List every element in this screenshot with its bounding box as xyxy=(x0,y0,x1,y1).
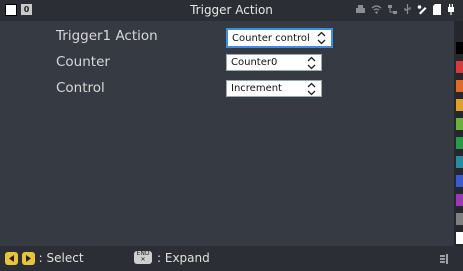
control-value: Increment xyxy=(231,83,282,94)
trigger-action-row: Trigger1 Action Counter control xyxy=(0,26,454,48)
right-arrow-key-icon xyxy=(21,252,35,265)
trigger-action-select[interactable]: Counter control xyxy=(226,28,333,48)
color-strip xyxy=(456,194,463,206)
trigger-action-value: Counter control xyxy=(232,33,310,44)
counter-select[interactable]: Counter0 xyxy=(226,54,322,71)
menu-lines-icon[interactable] xyxy=(439,253,449,265)
end-key-icon: END ✕ xyxy=(134,251,152,264)
color-strip xyxy=(456,213,463,225)
settings-panel: Trigger1 Action Counter control Counter … xyxy=(0,21,454,246)
chevron-updown-icon xyxy=(307,82,316,96)
top-bar: 0 Trigger Action xyxy=(0,0,463,21)
control-label: Control xyxy=(56,80,105,96)
trigger-action-label: Trigger1 Action xyxy=(56,28,158,44)
pen-icon xyxy=(417,5,427,15)
color-strip xyxy=(456,232,463,244)
color-strip xyxy=(456,42,463,54)
end-key-label: END xyxy=(136,250,150,257)
control-row: Control Increment xyxy=(0,78,454,100)
color-strip xyxy=(456,80,463,92)
left-arrow-key-icon xyxy=(5,252,18,265)
power-plug-icon xyxy=(448,4,454,15)
counter-row: Counter Counter0 xyxy=(0,52,454,74)
color-strip xyxy=(456,137,463,149)
counter-value: Counter0 xyxy=(231,57,278,68)
sd-card-icon xyxy=(433,4,441,15)
select-hint: : Select xyxy=(5,251,84,265)
chevron-updown-icon xyxy=(317,31,326,45)
network-icon xyxy=(388,5,397,14)
color-strip xyxy=(456,175,463,187)
color-strip xyxy=(456,118,463,130)
wifi-icon xyxy=(371,5,382,14)
expand-hint-label: : Expand xyxy=(157,251,210,265)
usb-icon xyxy=(404,4,411,14)
select-hint-label: : Select xyxy=(38,251,84,265)
printer-icon xyxy=(356,5,365,13)
footer-bar: : Select END ✕ : Expand xyxy=(0,246,463,271)
counter-label: Counter xyxy=(56,54,110,70)
color-strip xyxy=(456,61,463,73)
color-strip xyxy=(456,156,463,168)
status-icons xyxy=(355,4,455,15)
chevron-updown-icon xyxy=(307,56,316,70)
control-select[interactable]: Increment xyxy=(226,80,322,97)
color-strip xyxy=(456,99,463,111)
